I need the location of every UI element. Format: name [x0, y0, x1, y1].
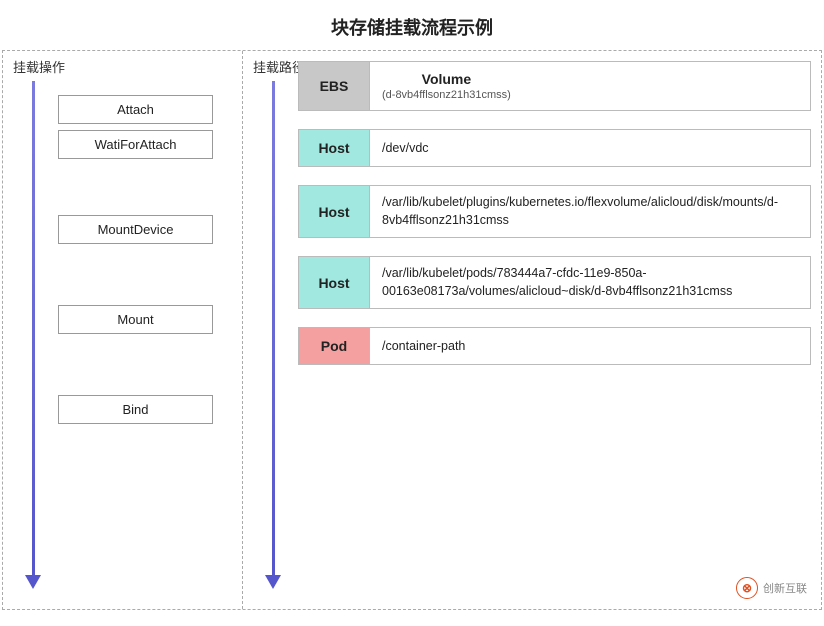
path-label-host-2: Host — [299, 186, 369, 237]
op-box-mountdevice: MountDevice — [58, 215, 213, 244]
path-value-host-1: /dev/vdc — [369, 130, 810, 166]
op-box-waitforattach: WatiForAttach — [58, 130, 213, 159]
left-panel: 挂载操作 Attach WatiForAttach MountDevice Mo… — [3, 51, 243, 609]
right-panel: 挂载路径 EBS Volume (d-8vb4fflsonz21h31cmss)… — [243, 51, 821, 609]
path-row-host-1: Host /dev/vdc — [298, 129, 811, 167]
volume-label: Volume (d-8vb4fflsonz21h31cmss) — [382, 70, 511, 102]
op-spacer-2 — [58, 250, 232, 305]
right-arrow-down — [265, 575, 281, 589]
op-spacer-3 — [58, 340, 232, 395]
left-arrow-col — [25, 81, 41, 589]
path-value-ebs: Volume (d-8vb4fflsonz21h31cmss) — [369, 62, 810, 110]
main-container: 挂载操作 Attach WatiForAttach MountDevice Mo… — [2, 50, 822, 610]
volume-main: Volume — [382, 70, 511, 88]
left-arrow-down — [25, 575, 41, 589]
right-arrow-line — [272, 81, 275, 576]
op-box-mount: Mount — [58, 305, 213, 334]
path-items: EBS Volume (d-8vb4fflsonz21h31cmss) Host… — [298, 61, 811, 365]
path-value-pod: /container-path — [369, 328, 810, 364]
left-header: 挂载操作 — [3, 51, 242, 82]
operation-boxes: Attach WatiForAttach MountDevice Mount B… — [58, 79, 232, 430]
op-spacer-0 — [58, 79, 232, 95]
path-row-pod: Pod /container-path — [298, 327, 811, 365]
path-row-host-3: Host /var/lib/kubelet/pods/783444a7-cfdc… — [298, 256, 811, 309]
page-title: 块存储挂载流程示例 — [0, 0, 824, 50]
path-label-host-3: Host — [299, 257, 369, 308]
right-arrow-col — [265, 81, 281, 589]
op-box-bind: Bind — [58, 395, 213, 424]
path-value-host-3: /var/lib/kubelet/pods/783444a7-cfdc-11e9… — [369, 257, 810, 308]
op-box-attach: Attach — [58, 95, 213, 124]
path-label-pod: Pod — [299, 328, 369, 364]
path-label-ebs: EBS — [299, 62, 369, 110]
path-value-host-2: /var/lib/kubelet/plugins/kubernetes.io/f… — [369, 186, 810, 237]
path-label-host-1: Host — [299, 130, 369, 166]
op-spacer-1 — [58, 165, 232, 215]
watermark: ⊗ 创新互联 — [736, 577, 807, 599]
volume-sub: (d-8vb4fflsonz21h31cmss) — [382, 88, 511, 102]
path-row-ebs: EBS Volume (d-8vb4fflsonz21h31cmss) — [298, 61, 811, 111]
watermark-text: 创新互联 — [763, 580, 807, 596]
watermark-icon: ⊗ — [736, 577, 758, 599]
path-row-host-2: Host /var/lib/kubelet/plugins/kubernetes… — [298, 185, 811, 238]
left-arrow-line — [32, 81, 35, 576]
